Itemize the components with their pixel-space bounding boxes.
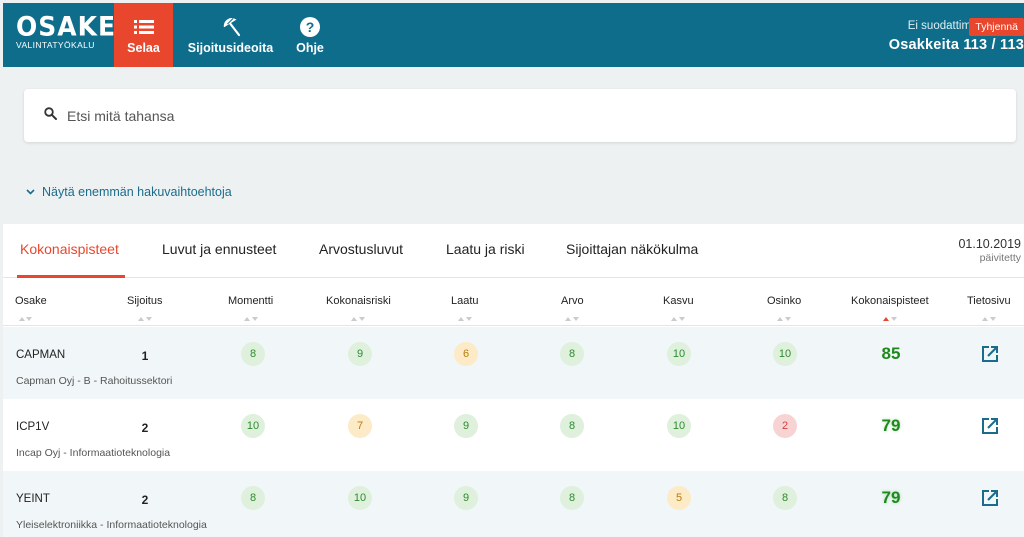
clear-filters-button[interactable]: Tyhjennä [969,18,1024,36]
results-panel: Kokonaispisteet Luvut ja ennusteet Arvos… [3,224,1024,537]
score-badge-osinko: 2 [773,414,797,438]
umbrella-icon [220,16,242,38]
nav-ohje[interactable]: ? Ohje [290,3,330,67]
stock-ticker: YEINT [16,493,50,505]
score-badge-laatu: 6 [454,342,478,366]
more-options-label: Näytä enemmän hakuvaihtoehtoja [42,185,232,199]
score-badge-kasvu: 10 [667,342,691,366]
column-header-osinko[interactable]: Osinko [767,295,802,321]
sort-arrows-icon [15,313,47,321]
column-label: Arvo [561,295,584,307]
column-label: Osinko [767,295,802,307]
sort-arrows-icon [451,313,479,321]
nav-label: Sijoitusideoita [187,40,274,55]
nav-sijoitusideoita[interactable]: Sijoitusideoita [183,3,278,67]
logo-title: OSAKE [16,11,117,42]
sort-arrows-icon [663,313,694,321]
column-label: Kasvu [663,295,694,307]
external-link-icon[interactable] [981,489,999,512]
stock-count: Osakkeita 113 / 113 [888,37,1024,53]
column-label: Tietosivu [967,295,1011,307]
column-header-tietosivu[interactable]: Tietosivu [967,295,1011,321]
updated-date: 01.10.2019 [958,237,1021,251]
stock-ticker: ICP1V [16,421,50,433]
tab-kokonaispisteet[interactable]: Kokonaispisteet [20,241,119,257]
stock-ticker: CAPMAN [16,349,66,361]
help-icon: ? [299,16,321,38]
company-name: Incap Oyj - Informaatioteknologia [16,447,171,459]
score-badge-kokonaisriski: 7 [348,414,372,438]
nav-label: Selaa [127,40,160,55]
score-badge-momentti: 10 [241,414,265,438]
company-name: Yleiselektroniikka - Informaatioteknolog… [16,519,207,531]
column-header-sijoitus[interactable]: Sijoitus [127,295,163,321]
column-label: Kokonaispisteet [851,295,929,307]
score-badge-momentti: 8 [241,342,265,366]
score-badge-laatu: 9 [454,414,478,438]
more-search-options-link[interactable]: Näytä enemmän hakuvaihtoehtoja [26,185,232,199]
list-icon [133,16,154,38]
rank-value: 2 [141,493,149,507]
score-badge-kasvu: 10 [667,414,691,438]
updated-label: päivitetty [979,252,1021,264]
tab-arvostusluvut[interactable]: Arvostusluvut [319,241,403,257]
total-score: 79 [881,416,901,435]
column-header-momentti[interactable]: Momentti [228,295,274,321]
sort-arrows-icon [767,313,801,321]
total-score: 85 [881,344,901,363]
column-header-arvo[interactable]: Arvo [561,295,584,321]
column-label: Laatu [451,295,479,307]
app-logo[interactable]: OSAKE VALINTATYÖKALU [16,11,117,50]
search-bar[interactable] [24,89,1016,142]
nav-label: Ohje [296,40,324,55]
column-label: Kokonaisriski [326,295,391,307]
app-header: OSAKE VALINTATYÖKALU Selaa Sijoitusideoi… [3,3,1024,67]
external-link-icon[interactable] [981,417,999,440]
search-input[interactable] [67,107,667,124]
score-badge-arvo: 8 [560,486,584,510]
updated-info: 01.10.2019 päivitetty [958,237,1021,264]
company-name: Capman Oyj - B - Rahoitussektori [16,375,173,387]
sort-arrows-icon [561,313,584,321]
table-row[interactable]: ICP1V Incap Oyj - Informaatioteknologia … [3,399,1024,471]
score-badge-kokonaisriski: 10 [348,486,372,510]
score-badge-arvo: 8 [560,414,584,438]
search-icon [44,106,57,125]
sort-arrows-icon [228,313,273,321]
svg-text:?: ? [306,19,315,35]
table-row[interactable]: CAPMAN Capman Oyj - B - Rahoitussektori … [3,327,1024,399]
rank-value: 1 [141,349,149,363]
score-badge-kokonaisriski: 9 [348,342,372,366]
external-link-icon[interactable] [981,345,999,368]
column-header-kasvu[interactable]: Kasvu [663,295,694,321]
rank-value: 2 [141,421,149,435]
sort-arrows-icon [326,313,391,321]
column-label: Osake [15,295,47,307]
score-badge-osinko: 10 [773,342,797,366]
active-tab-indicator [17,275,125,278]
tab-bar: Kokonaispisteet Luvut ja ennusteet Arvos… [3,224,1024,278]
column-header-laatu[interactable]: Laatu [451,295,479,321]
column-header-osake[interactable]: Osake [15,295,47,321]
table-row[interactable]: YEINT Yleiselektroniikka - Informaatiote… [3,471,1024,537]
score-badge-arvo: 8 [560,342,584,366]
sort-arrows-icon [127,313,162,321]
tab-laatu-ja-riski[interactable]: Laatu ja riski [446,241,525,257]
tab-sijoittajan-nakokulma[interactable]: Sijoittajan näkökulma [566,241,698,257]
sort-arrows-icon [967,313,1011,321]
table-header: Osake Sijoitus Momentti Kokonaisriski La… [3,279,1024,326]
column-label: Sijoitus [127,295,163,307]
tab-luvut-ja-ennusteet[interactable]: Luvut ja ennusteet [162,241,276,257]
total-score: 79 [881,488,901,507]
score-badge-kasvu: 5 [667,486,691,510]
score-badge-laatu: 9 [454,486,478,510]
nav-selaa[interactable]: Selaa [114,3,173,67]
chevron-down-icon [26,189,35,195]
column-header-kokonaispisteet[interactable]: Kokonaispisteet [851,295,929,321]
column-header-kokonaisriski[interactable]: Kokonaisriski [326,295,391,321]
column-label: Momentti [228,295,274,307]
score-badge-momentti: 8 [241,486,265,510]
score-badge-osinko: 8 [773,486,797,510]
sort-desc-active-icon [851,313,929,321]
